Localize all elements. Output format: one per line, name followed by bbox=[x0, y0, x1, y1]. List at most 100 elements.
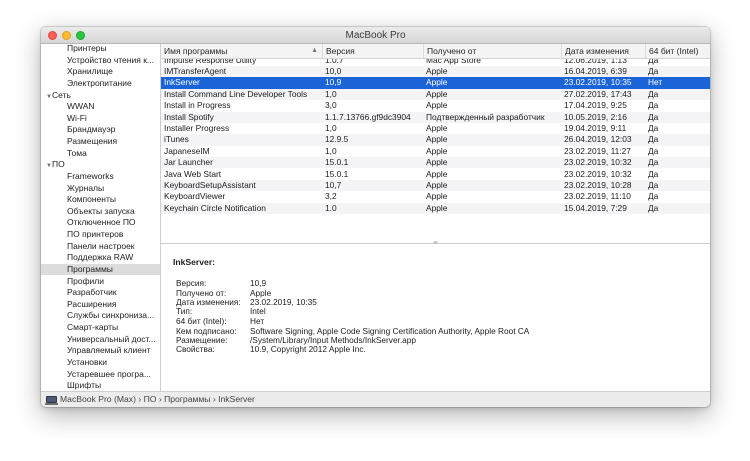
sidebar-item[interactable]: Размещения bbox=[41, 136, 160, 147]
sidebar-item[interactable]: Установки bbox=[41, 357, 160, 368]
table-row[interactable]: Install Command Line Developer Tools 1,0 A… bbox=[161, 88, 710, 101]
sidebar-item[interactable]: Устаревшее програ... bbox=[41, 369, 160, 380]
table-cell: KeyboardViewer bbox=[164, 191, 226, 202]
sidebar-item[interactable]: Электропитание bbox=[41, 78, 160, 89]
table-cell: 1,0 bbox=[325, 122, 337, 133]
system-information-window: MacBook Pro Принтеры Устройство чтения к.… bbox=[41, 27, 710, 407]
sidebar-item[interactable]: ПО принтеров bbox=[41, 229, 160, 240]
sidebar-item[interactable]: Отключенное ПО bbox=[41, 217, 160, 228]
applications-table[interactable]: Impulse Response Utility 1.0.7 Mac App Sto… bbox=[161, 59, 710, 243]
sidebar-item[interactable]: Журналы bbox=[41, 183, 160, 194]
table-cell: 16.04.2019, 6:39 bbox=[564, 65, 627, 76]
table-cell: Да bbox=[648, 202, 659, 213]
sidebar[interactable]: Принтеры Устройство чтения к... Хранилище Э… bbox=[41, 44, 161, 391]
column-header-label: 64 бит (Intel) bbox=[649, 46, 699, 56]
sidebar-item[interactable]: Разработчик bbox=[41, 287, 160, 298]
table-row[interactable]: InkServer 10,9 Apple 23.02.2019, 10:35 Нет bbox=[161, 77, 710, 89]
sidebar-item-label: Программы bbox=[67, 263, 113, 274]
table-cell: Да bbox=[648, 88, 659, 99]
title-bar[interactable]: MacBook Pro bbox=[41, 27, 710, 44]
sidebar-item[interactable]: Смарт-карты bbox=[41, 322, 160, 333]
table-cell: Да bbox=[648, 134, 659, 145]
sidebar-item[interactable]: Frameworks bbox=[41, 171, 160, 182]
column-header[interactable]: Дата изменения bbox=[561, 44, 645, 58]
table-cell: 23.02.2019, 11:10 bbox=[564, 191, 631, 202]
table-cell: Да bbox=[648, 111, 659, 122]
sidebar-item[interactable]: Панели настроек bbox=[41, 241, 160, 252]
sidebar-item-label: Управляемый клиент bbox=[67, 345, 151, 356]
table-cell: Apple bbox=[426, 191, 448, 202]
table-cell: Apple bbox=[426, 100, 448, 111]
sidebar-item[interactable]: Поддержка RAW bbox=[41, 252, 160, 263]
table-row[interactable]: iTunes 12.9.5 Apple 26.04.2019, 12:03 Да bbox=[161, 134, 710, 146]
sidebar-item[interactable]: ▼ПО bbox=[41, 159, 160, 170]
sidebar-item-label: Сеть bbox=[52, 89, 71, 100]
column-header[interactable]: Версия bbox=[322, 44, 423, 58]
table-cell: 23.02.2019, 10:28 bbox=[564, 179, 632, 190]
table-cell: 1.0 bbox=[325, 202, 337, 213]
table-row[interactable]: Java Web Start 15.0.1 Apple 23.02.2019, 10:… bbox=[161, 169, 710, 180]
detail-title: InkServer: bbox=[173, 257, 216, 267]
sidebar-item-label: Универсальный дост... bbox=[67, 333, 156, 344]
sidebar-item-label: ПО принтеров bbox=[67, 229, 124, 240]
sidebar-item-label: WWAN bbox=[67, 101, 95, 112]
sidebar-item-label: Смарт-карты bbox=[67, 322, 119, 333]
detail-field-value: 10,9 bbox=[250, 278, 267, 288]
table-cell: IMTransferAgent bbox=[164, 65, 227, 76]
window-title: MacBook Pro bbox=[345, 30, 406, 41]
table-cell: Apple bbox=[426, 88, 448, 99]
sidebar-item[interactable]: Тома bbox=[41, 148, 160, 159]
sidebar-item-label: Хранилище bbox=[67, 66, 113, 77]
sidebar-item[interactable]: Объекты запуска bbox=[41, 206, 160, 217]
column-header-label: Получено от bbox=[427, 46, 477, 56]
column-header[interactable]: Имя программы ▲ bbox=[161, 44, 322, 58]
sidebar-item-label: Frameworks bbox=[67, 170, 114, 181]
sidebar-item-label: Шрифты bbox=[67, 380, 102, 391]
sidebar-item[interactable]: WWAN bbox=[41, 101, 160, 112]
detail-pane: InkServer: Версия: 10,9 Получено от: Apple Д… bbox=[161, 244, 710, 391]
sidebar-item[interactable]: Профили bbox=[41, 276, 160, 287]
table-cell: InkServer bbox=[164, 77, 200, 88]
table-cell: 12.06.2019, 1:13 bbox=[564, 59, 627, 65]
sidebar-item-label: Устаревшее програ... bbox=[67, 368, 151, 379]
table-row[interactable]: Installer Progress 1,0 Apple 19.04.2019, 9:… bbox=[161, 123, 710, 134]
sidebar-item-label: Объекты запуска bbox=[67, 205, 135, 216]
detail-field-key: Версия: bbox=[176, 278, 207, 288]
sidebar-item-label: Тома bbox=[67, 147, 87, 158]
table-row[interactable]: Install Spotify 1.1.7.13766.gf9dc3904 Подт… bbox=[161, 111, 710, 123]
sidebar-item[interactable]: Службы синхрониза... bbox=[41, 310, 160, 321]
column-header[interactable]: 64 бит (Intel) bbox=[645, 44, 710, 58]
sidebar-item[interactable]: Компоненты bbox=[41, 194, 160, 205]
table-cell: 1.0.7 bbox=[325, 59, 344, 65]
table-cell: Да bbox=[648, 168, 659, 179]
sidebar-item[interactable]: Программы bbox=[41, 263, 160, 275]
table-row[interactable]: Jar Launcher 15.0.1 Apple 23.02.2019, 10:32… bbox=[161, 157, 710, 169]
table-cell: 23.02.2019, 11:27 bbox=[564, 145, 631, 156]
table-cell: 1,0 bbox=[325, 88, 337, 99]
table-row[interactable]: Install in Progress 3,0 Apple 17.04.2019, 9… bbox=[161, 100, 710, 111]
sidebar-item[interactable]: Брандмауэр bbox=[41, 124, 160, 135]
table-cell: 23.02.2019, 10:35 bbox=[564, 77, 632, 88]
sort-ascending-icon: ▲ bbox=[311, 47, 318, 54]
sidebar-item[interactable]: Wi-Fi bbox=[41, 113, 160, 124]
sidebar-item[interactable]: Управляемый клиент bbox=[41, 345, 160, 356]
table-row[interactable]: Impulse Response Utility 1.0.7 Mac App Sto… bbox=[161, 59, 710, 66]
sidebar-item-label: Wi-Fi bbox=[67, 112, 87, 123]
column-header[interactable]: Получено от bbox=[423, 44, 561, 58]
table-row[interactable]: KeyboardViewer 3,2 Apple 23.02.2019, 11:10 Д… bbox=[161, 191, 710, 202]
detail-field-value: 10.9, Copyright 2012 Apple Inc. bbox=[250, 344, 366, 354]
table-row[interactable]: KeyboardSetupAssistant 10,7 Apple 23.02.201… bbox=[161, 179, 710, 192]
table-row[interactable]: JapaneseIM 1,0 Apple 23.02.2019, 11:27 Да bbox=[161, 146, 710, 157]
sidebar-item[interactable]: Принтеры bbox=[41, 44, 160, 54]
sidebar-item-label: Отключенное ПО bbox=[67, 217, 136, 228]
sidebar-item[interactable]: ▼Сеть bbox=[41, 90, 160, 101]
sidebar-item[interactable]: Хранилище bbox=[41, 66, 160, 77]
table-row[interactable]: IMTransferAgent 10,0 Apple 16.04.2019, 6:39… bbox=[161, 65, 710, 78]
sidebar-item[interactable]: Устройство чтения к... bbox=[41, 55, 160, 66]
sidebar-item[interactable]: Расширения bbox=[41, 299, 160, 310]
table-row[interactable]: Keychain Circle Notification 1.0 Apple 15.0… bbox=[161, 202, 710, 215]
sidebar-item[interactable]: Шрифты bbox=[41, 380, 160, 391]
sidebar-item[interactable]: Универсальный дост... bbox=[41, 334, 160, 345]
table-cell: Да bbox=[648, 145, 659, 156]
table-cell: Apple bbox=[426, 157, 448, 168]
